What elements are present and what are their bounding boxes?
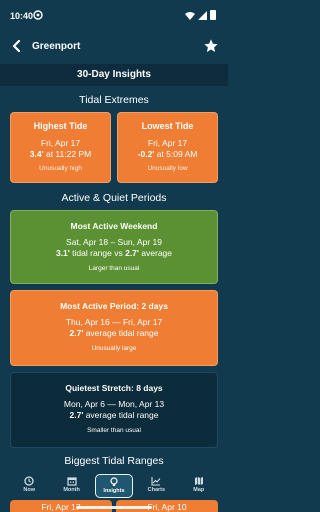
back-arrow-icon[interactable] — [10, 39, 24, 53]
weekend-title: Most Active Weekend — [70, 221, 158, 231]
lowest-tide-value-line: -0.2' at 5:09 AM — [118, 149, 217, 160]
insights-scroll[interactable]: 30-Day Insights Tidal Extremes Highest T… — [0, 64, 228, 472]
favorite-star-icon[interactable] — [203, 38, 219, 54]
tab-now-label: Now — [23, 487, 35, 493]
wifi-icon — [185, 11, 195, 20]
highest-tide-value-line: 3.4' at 11:22 PM — [11, 149, 110, 160]
page-title: 30-Day Insights — [0, 64, 228, 86]
chart-icon — [151, 477, 161, 486]
weekend-dates: Sat, Apr 18 – Sun, Apr 19 — [66, 237, 162, 247]
quiet-range-value: 2.7' — [69, 410, 84, 420]
highest-tide-time: at 11:22 PM — [43, 149, 92, 159]
period-note: Unusually large — [91, 345, 137, 352]
period-dates: Thu, Apr 16 — Fri, Apr 17 — [65, 317, 163, 327]
period-title: Most Active Period: 2 days — [60, 301, 168, 311]
lowest-tide-time: at 5:09 AM — [154, 149, 198, 159]
status-bar: 10:40 — [0, 0, 228, 30]
period-range-line: 2.7' average tidal range — [11, 328, 217, 339]
map-icon — [194, 477, 203, 485]
highest-tide-card[interactable]: Highest Tide Fri, Apr 17 3.4' at 11:22 P… — [10, 112, 111, 183]
lowest-tide-title: Lowest Tide — [141, 121, 194, 131]
notification-icon — [33, 10, 43, 20]
most-active-period-card[interactable]: Most Active Period: 2 days Thu, Apr 16 —… — [10, 290, 218, 366]
weekend-range-line: 3.1' tidal range vs 2.7' average — [11, 248, 217, 259]
quiet-range-line: 2.7' average tidal range — [11, 410, 217, 421]
highest-tide-title: Highest Tide — [33, 121, 88, 131]
clock-icon — [24, 476, 34, 486]
bottom-tab-bar: Now Month Insights Charts Map — [0, 472, 228, 500]
most-active-weekend-card[interactable]: Most Active Weekend Sat, Apr 18 – Sun, A… — [10, 210, 218, 284]
quiet-title: Quietest Stretch: 8 days — [65, 383, 163, 393]
tab-map[interactable]: Map — [180, 474, 218, 498]
tidal-extremes-heading: Tidal Extremes — [79, 94, 149, 106]
highest-tide-date: Fri, Apr 17 — [40, 138, 81, 148]
weekend-range-value: 3.1' — [55, 248, 70, 258]
weekend-average-value: 2.7' — [125, 248, 139, 258]
quiet-range-text: average tidal range — [83, 410, 159, 420]
period-range-value: 2.7' — [69, 328, 84, 338]
signal-icon — [198, 10, 207, 20]
tab-insights[interactable]: Insights — [94, 474, 133, 498]
tab-month[interactable]: Month — [53, 474, 91, 498]
quietest-stretch-card[interactable]: Quietest Stretch: 8 days Mon, Apr 6 — Mo… — [10, 372, 218, 448]
tab-month-label: Month — [63, 487, 80, 493]
lowest-tide-note: Unusually low — [147, 165, 188, 172]
weekend-range-text: tidal range vs — [69, 248, 126, 258]
tab-now[interactable]: Now — [10, 474, 48, 498]
biggest-ranges-heading: Biggest Tidal Ranges — [64, 455, 164, 467]
lowest-tide-value: -0.2' — [137, 149, 155, 159]
calendar-icon — [66, 477, 77, 486]
tab-charts[interactable]: Charts — [137, 474, 175, 498]
lightbulb-icon — [110, 477, 118, 486]
tab-insights-label: Insights — [103, 488, 125, 494]
location-title: Greenport — [32, 41, 81, 52]
highest-tide-value: 3.4' — [29, 149, 44, 159]
lowest-tide-card[interactable]: Lowest Tide Fri, Apr 17 -0.2' at 5:09 AM… — [117, 112, 218, 183]
lowest-tide-date: Fri, Apr 17 — [147, 138, 188, 148]
quiet-dates: Mon, Apr 6 — Mon, Apr 13 — [63, 399, 165, 409]
highest-tide-note: Unusually high — [39, 165, 82, 172]
weekend-average-text: average — [138, 248, 173, 258]
active-quiet-heading: Active & Quiet Periods — [61, 192, 167, 204]
weekend-note: Larger than usual — [88, 265, 140, 272]
top-app-bar: Greenport — [0, 30, 228, 64]
home-indicator[interactable] — [76, 506, 152, 509]
tab-map-label: Map — [193, 487, 205, 493]
quiet-note: Smaller than usual — [87, 427, 141, 434]
tab-charts-label: Charts — [147, 487, 166, 493]
battery-icon — [210, 10, 216, 20]
period-range-text: average tidal range — [83, 328, 159, 338]
status-time: 10:40 — [10, 11, 34, 21]
